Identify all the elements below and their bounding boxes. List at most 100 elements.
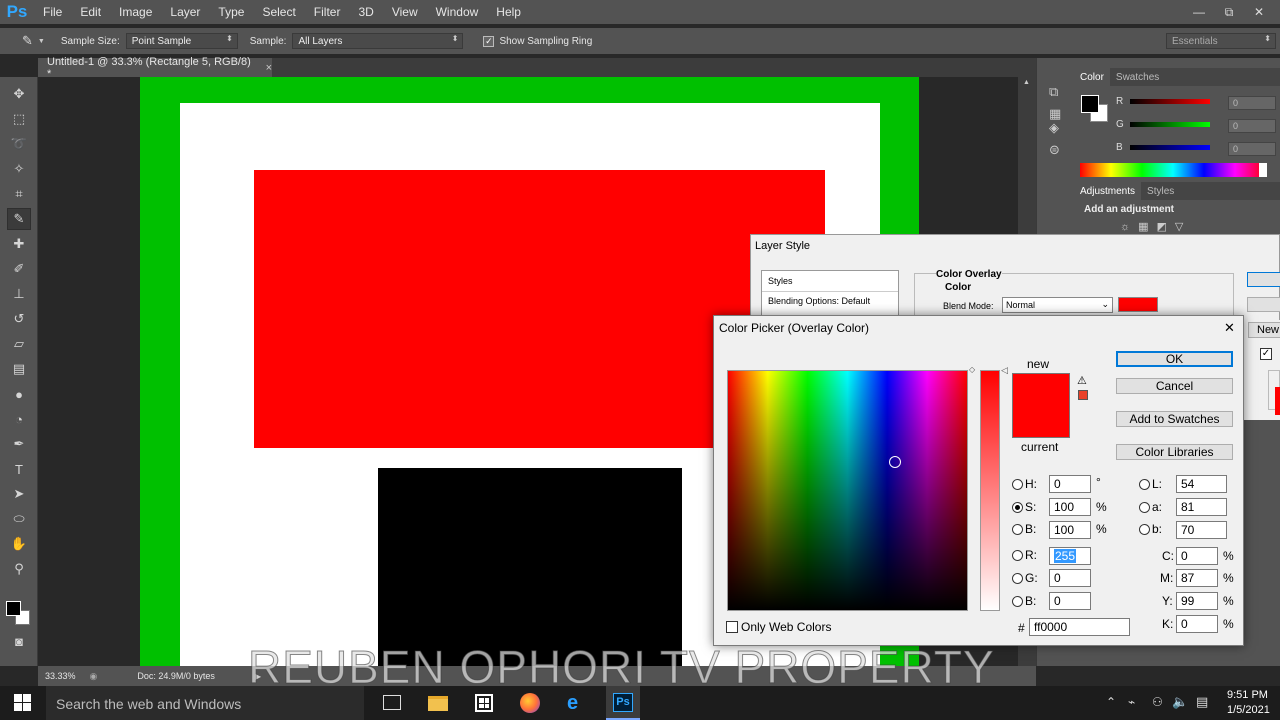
add-to-swatches-button[interactable]: Add to Swatches xyxy=(1116,411,1233,427)
red-field[interactable]: 255 xyxy=(1049,547,1091,565)
layers-panel-icon[interactable]: ◈ xyxy=(1049,120,1059,136)
menu-file[interactable]: File xyxy=(34,5,71,19)
menu-filter[interactable]: Filter xyxy=(305,5,350,19)
status-menu-icon[interactable]: ◉ xyxy=(90,671,98,682)
tab-styles[interactable]: Styles xyxy=(1141,182,1180,200)
styles-list-item[interactable]: Styles xyxy=(762,271,898,292)
brightness-field[interactable]: 100 xyxy=(1049,521,1091,539)
red-slider[interactable] xyxy=(1130,99,1210,104)
taskbar-date[interactable]: 1/5/2021 xyxy=(1227,704,1270,716)
channels-panel-icon[interactable]: ⊜ xyxy=(1049,142,1060,158)
green-field[interactable]: 0 xyxy=(1049,569,1091,587)
green-radio[interactable] xyxy=(1012,573,1023,584)
history-brush-tool-icon[interactable]: ↺ xyxy=(7,308,31,330)
a-channel-radio[interactable] xyxy=(1139,502,1150,513)
dodge-tool-icon[interactable]: ◔ xyxy=(7,408,31,430)
red-radio[interactable] xyxy=(1012,550,1023,561)
file-explorer-icon[interactable] xyxy=(428,696,448,711)
tab-swatches[interactable]: Swatches xyxy=(1110,68,1165,86)
slider-marker-icon[interactable]: ◁ xyxy=(1001,365,1008,376)
foreground-color-swatch[interactable] xyxy=(6,601,21,616)
saturation-field[interactable]: 100 xyxy=(1049,498,1091,516)
layer-style-cancel-partial[interactable] xyxy=(1247,297,1280,312)
windows-start-icon[interactable] xyxy=(14,694,31,711)
hex-field[interactable]: ff0000 xyxy=(1029,618,1130,636)
color-libraries-button[interactable]: Color Libraries xyxy=(1116,444,1233,460)
brush-tool-icon[interactable]: ✐ xyxy=(7,258,31,280)
a-channel-field[interactable]: 81 xyxy=(1176,498,1227,516)
sample-size-select[interactable]: Point Sample ⬍ xyxy=(125,33,238,49)
task-view-icon[interactable] xyxy=(383,695,401,710)
blue-value-field[interactable]: 0 xyxy=(1228,142,1276,156)
hue-radio[interactable] xyxy=(1012,479,1023,490)
brightness-radio[interactable] xyxy=(1012,524,1023,535)
sample-select[interactable]: All Layers ⬍ xyxy=(292,33,464,49)
hand-tool-icon[interactable]: ✋ xyxy=(7,533,31,555)
eyedropper-tool-icon[interactable]: ✎ xyxy=(22,33,33,49)
close-window-button[interactable]: ✕ xyxy=(1244,2,1274,22)
edge-icon[interactable]: e xyxy=(567,693,578,713)
menu-layer[interactable]: Layer xyxy=(161,5,209,19)
move-tool-icon[interactable]: ✥ xyxy=(7,83,31,105)
type-tool-icon[interactable]: T xyxy=(7,458,31,480)
color-field[interactable] xyxy=(727,370,968,611)
clone-stamp-tool-icon[interactable]: ⊥ xyxy=(7,283,31,305)
green-value-field[interactable]: 0 xyxy=(1228,119,1276,133)
preview-checkbox-partial[interactable]: ✓ xyxy=(1260,348,1272,360)
close-tab-icon[interactable]: × xyxy=(266,62,272,74)
minimize-button[interactable]: — xyxy=(1184,2,1214,22)
show-sampling-ring-checkbox[interactable]: ✓ xyxy=(483,35,495,47)
crop-tool-icon[interactable]: ⌗ xyxy=(7,183,31,205)
blue-field[interactable]: 0 xyxy=(1049,592,1091,610)
blue-radio[interactable] xyxy=(1012,596,1023,607)
b-channel-radio[interactable] xyxy=(1139,524,1150,535)
out-of-gamut-warning-icon[interactable]: ⚠ xyxy=(1077,374,1087,387)
store-icon[interactable] xyxy=(475,694,493,712)
menu-window[interactable]: Window xyxy=(427,5,488,19)
ok-button[interactable]: OK xyxy=(1116,351,1233,367)
layer-style-ok-partial[interactable] xyxy=(1247,272,1280,287)
menu-image[interactable]: Image xyxy=(110,5,161,19)
quick-mask-icon[interactable]: ◙ xyxy=(7,630,31,652)
tool-preset-chevron-icon[interactable]: ▼ xyxy=(38,38,45,45)
history-panel-icon[interactable]: ⧉ xyxy=(1049,84,1058,100)
scroll-up-icon[interactable]: ▲ xyxy=(1023,79,1030,86)
color-slider[interactable] xyxy=(980,370,1000,611)
panel-foreground-swatch[interactable] xyxy=(1081,95,1099,113)
blur-tool-icon[interactable]: ● xyxy=(7,383,31,405)
blending-options-list-item[interactable]: Blending Options: Default xyxy=(762,292,898,310)
color-field-selector[interactable] xyxy=(889,456,901,468)
shape-tool-icon[interactable]: ⬭ xyxy=(7,508,31,530)
saturation-radio[interactable] xyxy=(1012,502,1023,513)
zoom-tool-icon[interactable]: ⚲ xyxy=(7,558,31,580)
menu-view[interactable]: View xyxy=(383,5,427,19)
black-key-field[interactable]: 0 xyxy=(1176,615,1218,633)
b-channel-field[interactable]: 70 xyxy=(1176,521,1227,539)
lightness-radio[interactable] xyxy=(1139,479,1150,490)
eyedropper-tool-icon[interactable]: ✎ xyxy=(7,208,31,230)
yellow-field[interactable]: 99 xyxy=(1176,592,1218,610)
menu-3d[interactable]: 3D xyxy=(349,5,382,19)
document-tab[interactable]: Untitled-1 @ 33.3% (Rectangle 5, RGB/8) … xyxy=(38,56,272,80)
taskbar-search-box[interactable]: Search the web and Windows xyxy=(46,686,364,720)
hue-field[interactable]: 0 xyxy=(1049,475,1091,493)
gradient-tool-icon[interactable]: ▤ xyxy=(7,358,31,380)
magenta-field[interactable]: 87 xyxy=(1176,569,1218,587)
restore-button[interactable]: ⧉ xyxy=(1214,2,1244,22)
red-value-field[interactable]: 0 xyxy=(1228,96,1276,110)
action-center-icon[interactable]: ▤ xyxy=(1196,694,1208,710)
power-icon[interactable]: ⌁ xyxy=(1128,695,1135,709)
marquee-tool-icon[interactable]: ⬚ xyxy=(7,108,31,130)
path-selection-tool-icon[interactable]: ➤ xyxy=(7,483,31,505)
photoshop-taskbar-icon[interactable]: Ps xyxy=(606,686,640,720)
color-spectrum-ramp[interactable] xyxy=(1080,163,1266,177)
cancel-button[interactable]: Cancel xyxy=(1116,378,1233,394)
close-dialog-icon[interactable]: ✕ xyxy=(1224,320,1235,336)
zoom-level[interactable]: 33.33% xyxy=(45,671,76,681)
tab-adjustments[interactable]: Adjustments xyxy=(1074,182,1142,200)
eraser-tool-icon[interactable]: ▱ xyxy=(7,333,31,355)
overlay-color-swatch[interactable] xyxy=(1118,297,1158,312)
tray-chevron-icon[interactable]: ⌃ xyxy=(1106,695,1116,709)
gamut-color-swatch[interactable] xyxy=(1078,390,1088,400)
volume-icon[interactable]: 🔈 xyxy=(1172,694,1188,710)
